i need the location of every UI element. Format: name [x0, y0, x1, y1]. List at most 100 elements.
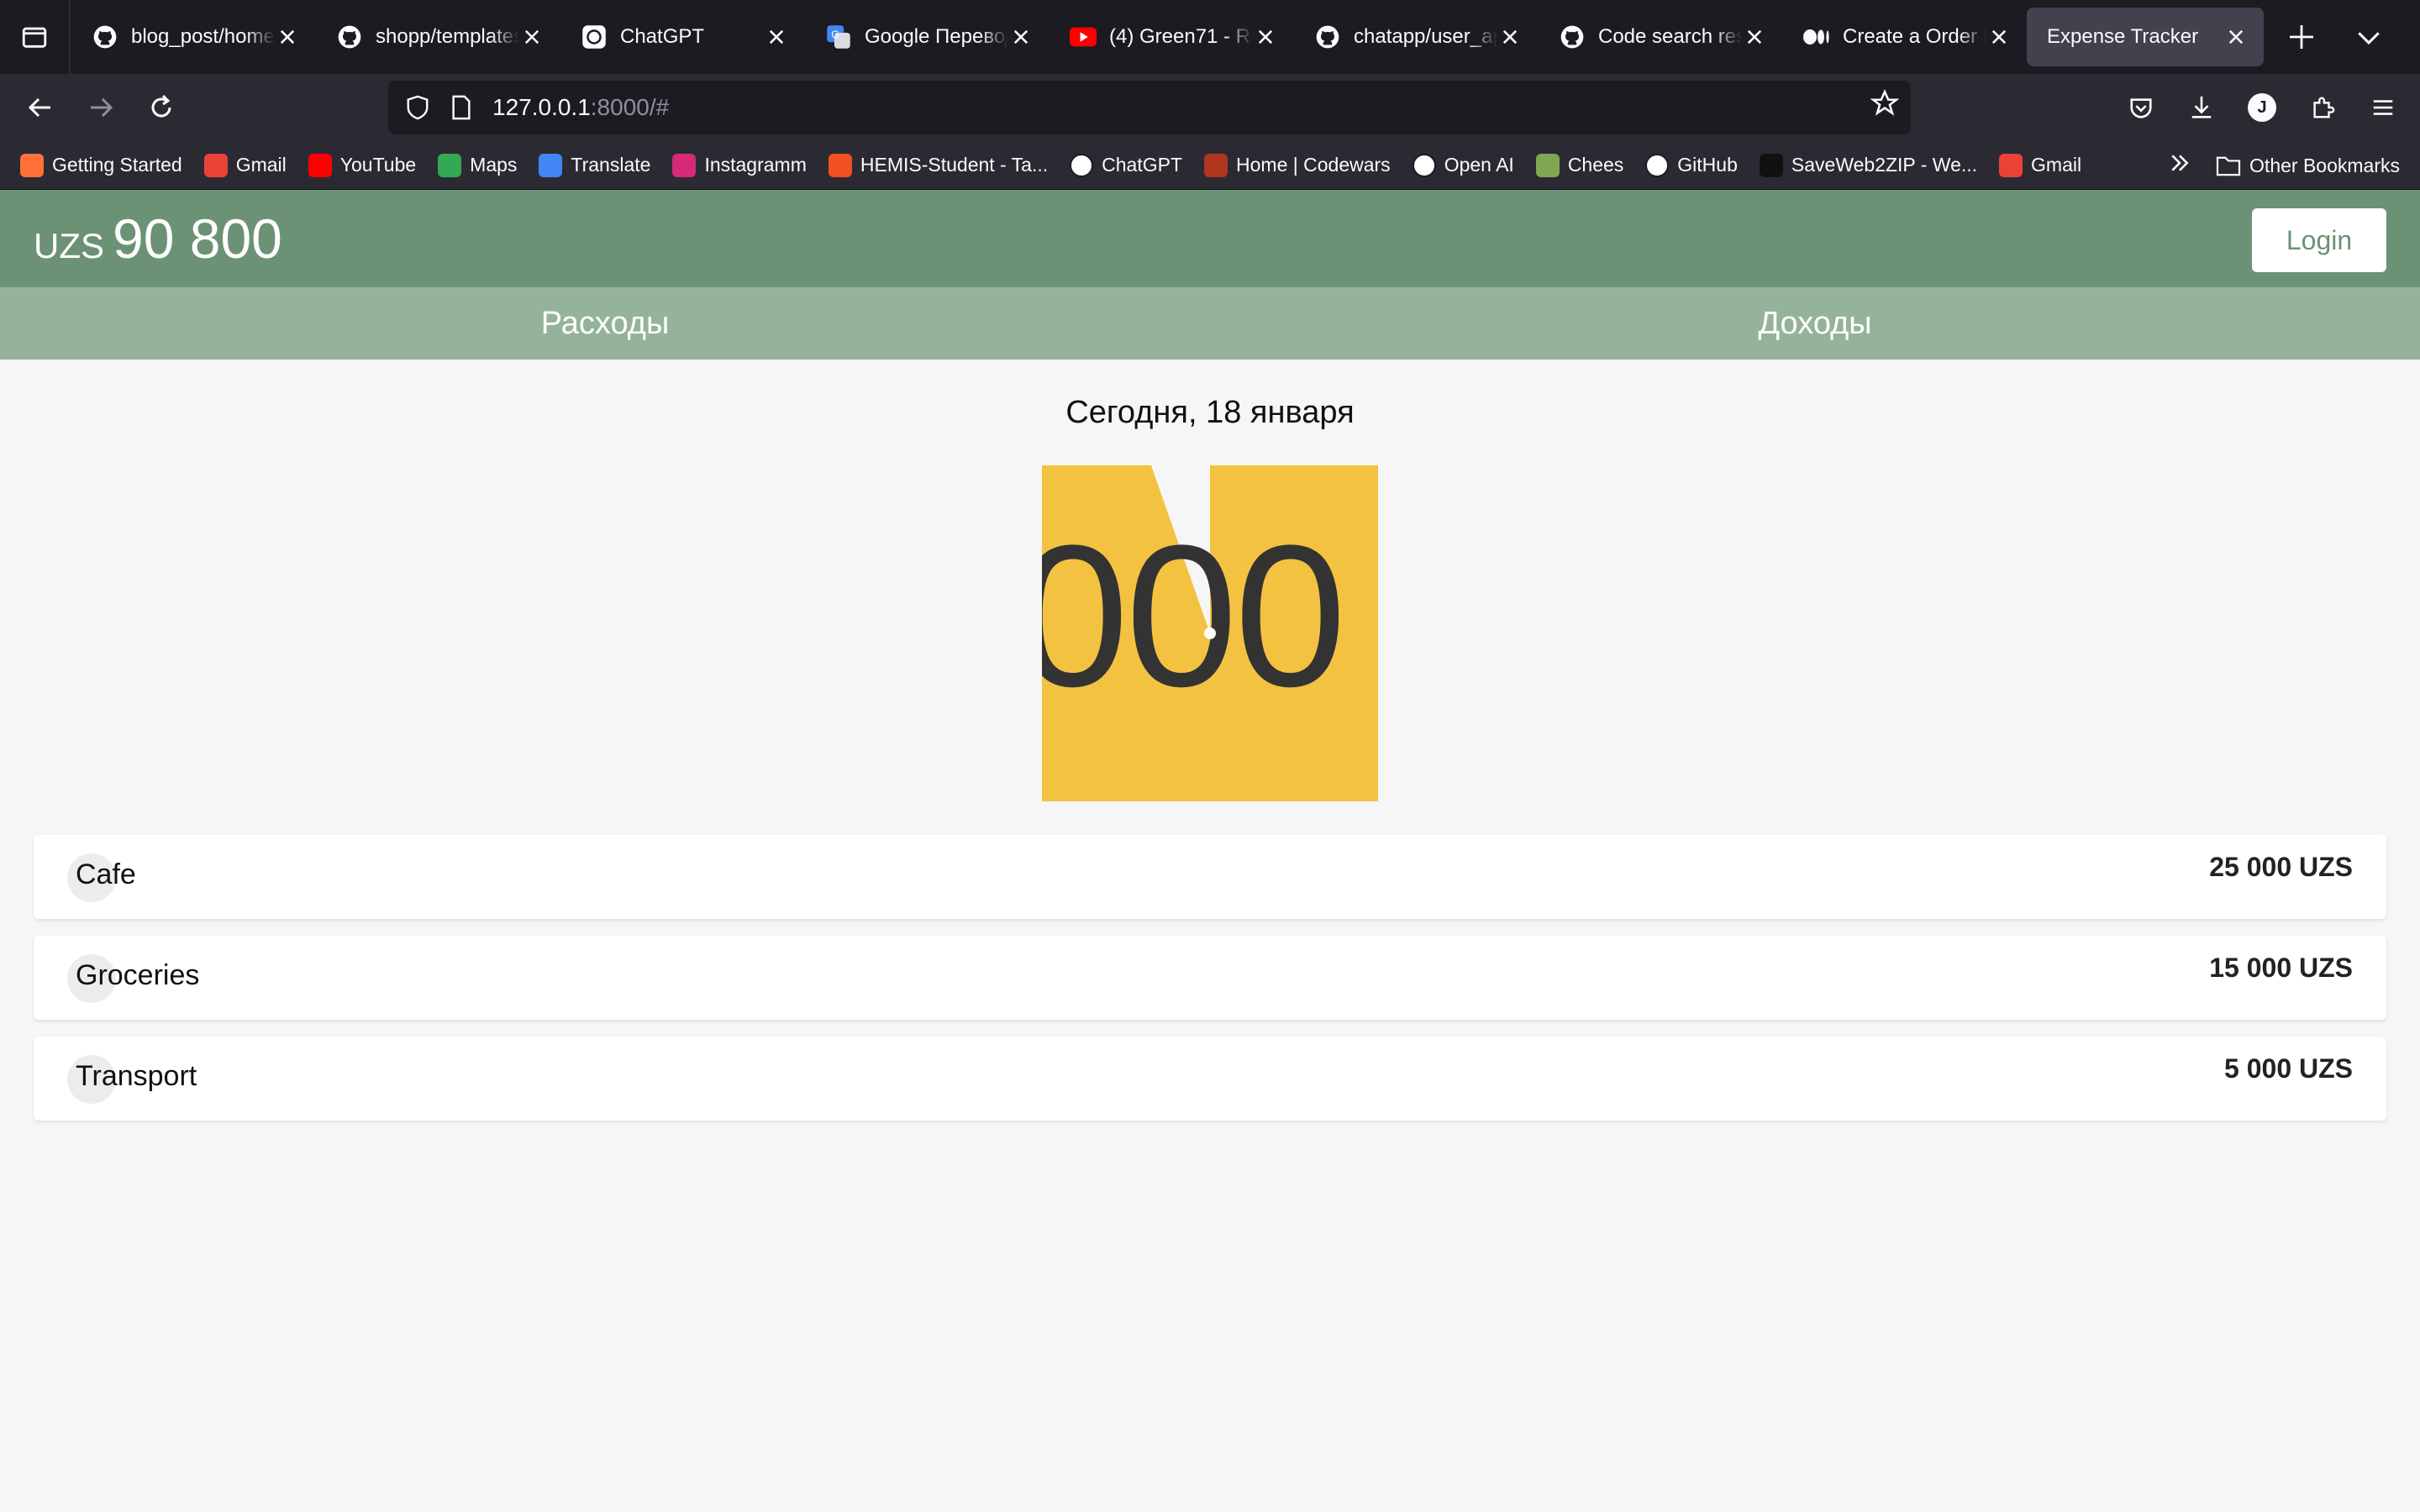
- github-icon: [1645, 153, 1670, 177]
- url-bar[interactable]: 127.0.0.1:8000/#: [388, 81, 1911, 134]
- microsoft-icon: [828, 153, 852, 177]
- menu-button[interactable]: [2356, 81, 2410, 134]
- close-tab-icon[interactable]: [519, 24, 544, 50]
- browser-tab[interactable]: Create a Order Model: [1782, 8, 2027, 66]
- bookmark-label: YouTube: [339, 154, 417, 176]
- bookmark-item[interactable]: GitHub: [1645, 153, 1738, 177]
- login-button[interactable]: Login: [2252, 208, 2386, 272]
- downloads-button[interactable]: [2175, 81, 2228, 134]
- tab-title: Create a Order Model: [1843, 25, 1986, 48]
- bookmark-label: Gmail: [235, 154, 287, 176]
- close-tab-icon[interactable]: [1986, 24, 2012, 50]
- bookmark-item[interactable]: Chees: [1535, 153, 1624, 177]
- tab-income[interactable]: Доходы: [1210, 287, 2420, 360]
- bookmark-label: Maps: [470, 154, 518, 176]
- bookmark-item[interactable]: YouTube: [308, 153, 417, 177]
- reload-icon: [151, 94, 171, 118]
- expense-amount: 15 000 UZS: [2209, 953, 2353, 983]
- forward-button[interactable]: [74, 81, 128, 134]
- close-tab-icon[interactable]: [764, 24, 789, 50]
- url-path: :8000/#: [590, 94, 670, 120]
- browser-tab[interactable]: (4) Green71 - Rasm: [1049, 8, 1293, 66]
- tab-title: chatapp/user_app: [1354, 25, 1497, 48]
- bookmark-item[interactable]: Home | Codewars: [1204, 153, 1391, 177]
- bookmark-item[interactable]: Open AI: [1412, 153, 1514, 177]
- bookmark-item[interactable]: Maps: [438, 153, 518, 177]
- close-tab-icon[interactable]: [1253, 24, 1278, 50]
- github-icon: [335, 23, 364, 51]
- bookmarks-toolbar: Getting Started Gmail YouTube Maps Translate…: [0, 141, 2420, 190]
- browser-tab-active[interactable]: Expense Tracker: [2027, 8, 2264, 66]
- youtube-icon: [1069, 23, 1097, 51]
- close-tab-icon[interactable]: [1008, 24, 1034, 50]
- bookmark-item[interactable]: ChatGPT: [1070, 153, 1182, 177]
- svg-text:G: G: [831, 29, 839, 40]
- arrow-left-icon: [28, 97, 50, 118]
- chart-center-dot: [1204, 627, 1216, 639]
- date-label: Сегодня, 18 января: [1065, 395, 1355, 430]
- instagram-icon: [672, 153, 697, 177]
- browser-tab[interactable]: shopp/templates/: [315, 8, 560, 66]
- close-tab-icon[interactable]: [1497, 24, 1523, 50]
- maps-pin-icon: [438, 153, 462, 177]
- chart-overlay-text: 000 U: [1042, 503, 1378, 728]
- pocket-icon: [2130, 98, 2152, 118]
- bookmarks-right-group: Other Bookmarks: [2169, 141, 2400, 190]
- tab-title: Expense Tracker: [2047, 25, 2199, 48]
- browser-tab[interactable]: ChatGPT: [560, 8, 804, 66]
- url-text[interactable]: 127.0.0.1:8000/#: [492, 94, 669, 121]
- folder-icon: [2216, 156, 2241, 176]
- account-button[interactable]: J: [2235, 81, 2289, 134]
- list-all-tabs-button[interactable]: [2339, 8, 2398, 66]
- browser-tab-strip: blog_post/home/ shopp/templates/ ChatGPT…: [0, 0, 2420, 74]
- bookmark-item[interactable]: Gmail: [1999, 153, 2081, 177]
- browser-tab[interactable]: Code search results: [1538, 8, 1782, 66]
- bookmark-label: Getting Started: [52, 154, 182, 176]
- firefox-view-button[interactable]: [0, 0, 71, 74]
- expense-row[interactable]: Groceries 15 000 UZS: [34, 936, 2386, 1020]
- browser-tab[interactable]: blog_post/home/: [71, 8, 315, 66]
- expense-row[interactable]: Cafe 25 000 UZS: [34, 835, 2386, 919]
- arrow-right-icon: [91, 97, 113, 118]
- reload-button[interactable]: [134, 81, 188, 134]
- github-icon: [91, 23, 119, 51]
- browser-tab[interactable]: chatapp/user_app: [1293, 8, 1538, 66]
- expense-row[interactable]: Transport 5 000 UZS: [34, 1037, 2386, 1121]
- close-tab-icon[interactable]: [1742, 24, 1767, 50]
- bookmark-label: SaveWeb2ZIP - We...: [1791, 154, 1978, 176]
- category-name: Cafe: [76, 858, 136, 890]
- plus-icon: [2290, 25, 2313, 49]
- other-bookmarks-folder[interactable]: Other Bookmarks: [2216, 155, 2400, 177]
- bookmark-label: Chees: [1567, 154, 1624, 176]
- bookmark-item[interactable]: Gmail: [203, 153, 287, 177]
- github-icon: [1313, 23, 1342, 51]
- new-tab-button[interactable]: [2272, 8, 2331, 66]
- bookmark-item[interactable]: Instagramm: [672, 153, 807, 177]
- bookmark-label: GitHub: [1677, 154, 1738, 176]
- gmail-icon: [203, 153, 228, 177]
- back-button[interactable]: [13, 81, 67, 134]
- google-translate-icon: G: [824, 23, 853, 51]
- bookmark-item[interactable]: HEMIS-Student - Ta...: [828, 153, 1048, 177]
- pocket-button[interactable]: [2114, 81, 2168, 134]
- close-tab-icon[interactable]: [275, 24, 300, 50]
- firefox-icon: [20, 153, 44, 177]
- category-name: Groceries: [76, 959, 200, 991]
- expense-amount: 25 000 UZS: [2209, 852, 2353, 882]
- bookmark-item[interactable]: Translate: [539, 153, 650, 177]
- close-tab-icon[interactable]: [2223, 24, 2249, 50]
- openai-icon: [580, 23, 608, 51]
- bookmark-label: Open AI: [1444, 154, 1514, 176]
- bookmark-item[interactable]: SaveWeb2ZIP - We...: [1759, 153, 1978, 177]
- bookmark-item[interactable]: Getting Started: [20, 153, 182, 177]
- tab-expenses[interactable]: Расходы: [0, 287, 1210, 360]
- expense-list: Cafe 25 000 UZS Groceries 15 000 UZS Transpo…: [34, 835, 2386, 1137]
- tab-title: blog_post/home/: [131, 25, 275, 48]
- codewars-icon: [1204, 153, 1228, 177]
- app-header: UZS 90 800 Login: [0, 190, 2420, 287]
- extensions-button[interactable]: [2296, 81, 2349, 134]
- bookmark-star-icon[interactable]: [1870, 89, 1900, 122]
- browser-tab[interactable]: G Google Переводчик: [804, 8, 1049, 66]
- chevron-double-right-icon[interactable]: [2169, 152, 2191, 179]
- balance-amount: 90 800: [113, 207, 282, 270]
